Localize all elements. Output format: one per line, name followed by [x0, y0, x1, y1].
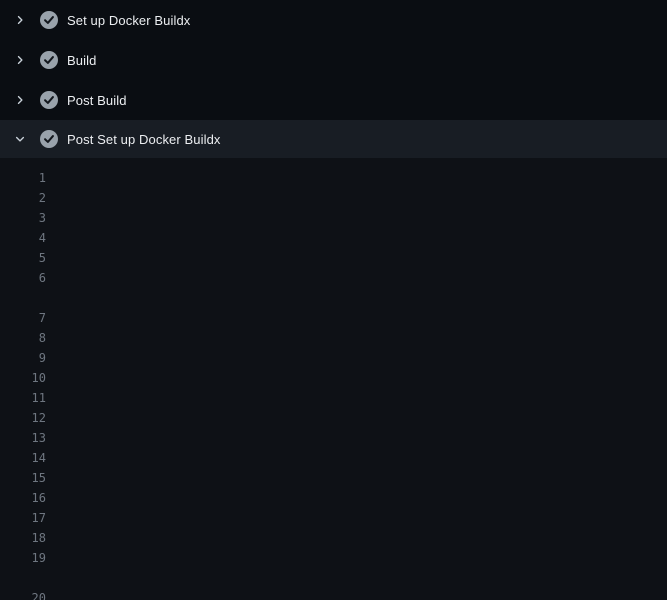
log-line: 7time="2021-04-23T18:02:37Z" level=warni…	[0, 308, 667, 328]
actions-log-viewer: Set up Docker Buildx Build Post Build Po…	[0, 0, 667, 600]
line-number[interactable]: 1	[0, 168, 46, 188]
check-circle-icon	[40, 130, 58, 148]
chevron-down-icon	[12, 131, 28, 147]
step-row-set-up-docker-buildx[interactable]: Set up Docker Buildx	[0, 0, 667, 40]
log-line: 19time="2021-04-23T18:02:38Z" level=debu…	[0, 548, 667, 568]
line-number[interactable]: 5	[0, 248, 46, 268]
log-command-line: 3/usr/bin/docker logs buildx_buildkit_bu…	[0, 208, 667, 228]
line-number[interactable]: 14	[0, 448, 46, 468]
line-number[interactable]: 16	[0, 488, 46, 508]
line-number[interactable]: 2	[0, 188, 46, 208]
log-line-continuation: linux/riscv64 linux/ppc64le linux/s390x …	[0, 288, 667, 308]
log-line: 10time="2021-04-23T18:02:37Z" level=info…	[0, 368, 667, 388]
step-title: Post Set up Docker Buildx	[67, 132, 221, 147]
log-line-continuation: application/vnd.oci.image.index.v1+json,…	[0, 568, 667, 588]
log-line: 12time="2021-04-23T18:02:38Z" level=debu…	[0, 408, 667, 428]
log-line: 18time="2021-04-23T18:02:38Z" level=debu…	[0, 528, 667, 548]
log-line: 17time="2021-04-23T18:02:38Z" level=debu…	[0, 508, 667, 528]
step-title: Post Build	[67, 93, 127, 108]
line-number[interactable]: 19	[0, 548, 46, 568]
log-group-line: 2▼BuildKit container logs	[0, 188, 667, 208]
step-title: Build	[67, 53, 96, 68]
log-line: 5time="2021-04-23T18:02:37Z" level=warni…	[0, 248, 667, 268]
check-circle-icon	[40, 51, 58, 69]
line-number[interactable]: 6	[0, 268, 46, 288]
log-line: 9time="2021-04-23T18:02:37Z" level=warni…	[0, 348, 667, 368]
log-line: 16time="2021-04-23T18:02:38Z" level=debu…	[0, 488, 667, 508]
line-number[interactable]: 7	[0, 308, 46, 328]
line-number[interactable]: 3	[0, 208, 46, 228]
step-row-build[interactable]: Build	[0, 40, 667, 80]
check-circle-icon	[40, 11, 58, 29]
log-line: 1Post job cleanup.	[0, 168, 667, 188]
check-circle-icon	[40, 91, 58, 109]
chevron-right-icon	[12, 52, 28, 68]
log-line: 14time="2021-04-23T18:02:38Z" level=debu…	[0, 448, 667, 468]
line-number[interactable]: 10	[0, 368, 46, 388]
line-number[interactable]: 13	[0, 428, 46, 448]
log-line: 8time="2021-04-23T18:02:37Z" level=info …	[0, 328, 667, 348]
line-number[interactable]: 20	[0, 588, 46, 600]
log-line: 11time="2021-04-23T18:02:38Z" level=debu…	[0, 388, 667, 408]
line-number[interactable]: 11	[0, 388, 46, 408]
line-number[interactable]: 9	[0, 348, 46, 368]
chevron-right-icon	[12, 92, 28, 108]
log-content: 1Post job cleanup. 2▼BuildKit container …	[0, 158, 667, 600]
log-line: 15time="2021-04-23T18:02:38Z" level=debu…	[0, 468, 667, 488]
line-number[interactable]: 8	[0, 328, 46, 348]
line-number[interactable]: 12	[0, 408, 46, 428]
line-number[interactable]: 15	[0, 468, 46, 488]
log-line: 4time="2021-04-23T18:02:37Z" level=info …	[0, 228, 667, 248]
chevron-right-icon	[12, 12, 28, 28]
step-row-post-build[interactable]: Post Build	[0, 80, 667, 120]
line-number[interactable]: 18	[0, 528, 46, 548]
log-line: 20time="2021-04-23T18:02:38Z" level=debu…	[0, 588, 667, 600]
line-number[interactable]: 17	[0, 508, 46, 528]
line-number[interactable]: 4	[0, 228, 46, 248]
step-title: Set up Docker Buildx	[67, 13, 190, 28]
log-line: 6time="2021-04-23T18:02:37Z" level=info …	[0, 268, 667, 288]
log-line: 13time="2021-04-23T18:02:38Z" level=debu…	[0, 428, 667, 448]
step-row-post-set-up-docker-buildx[interactable]: Post Set up Docker Buildx	[0, 120, 667, 158]
